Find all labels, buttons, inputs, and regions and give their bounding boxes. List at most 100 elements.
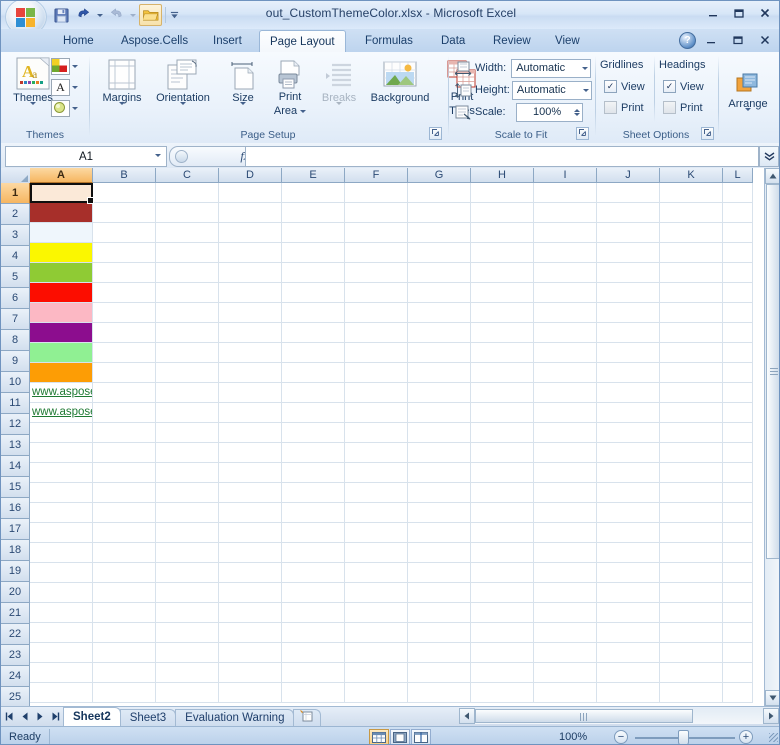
cell-G5[interactable] [408,263,471,283]
cell-C7[interactable] [156,303,219,323]
help-icon[interactable]: ? [679,32,696,49]
scroll-left-button[interactable] [459,708,475,724]
cell-B26[interactable] [93,683,156,703]
cell-L9[interactable] [723,343,753,363]
cell-K2[interactable] [660,203,723,223]
cell-D3[interactable] [219,223,282,243]
cell-J6[interactable] [597,283,660,303]
cell-E21[interactable] [282,583,345,603]
cell-K16[interactable] [660,483,723,503]
cell-B23[interactable] [93,623,156,643]
cell-G22[interactable] [408,603,471,623]
cell-K22[interactable] [660,603,723,623]
cell-C19[interactable] [156,543,219,563]
cell-E9[interactable] [282,343,345,363]
cell-D5[interactable] [219,263,282,283]
previous-sheet-button[interactable] [19,710,30,723]
cell-E22[interactable] [282,603,345,623]
cell-I6[interactable] [534,283,597,303]
cell-J23[interactable] [597,623,660,643]
ribbon-right-controls[interactable]: ? [679,31,777,49]
hyperlink[interactable]: www.aspose.com [32,406,93,418]
cell-H19[interactable] [471,543,534,563]
horizontal-scroll-thumb[interactable] [475,709,693,723]
tab-view[interactable]: View [545,31,590,52]
cell-H16[interactable] [471,483,534,503]
row-header-4[interactable]: 4 [1,246,30,267]
cell-C17[interactable] [156,503,219,523]
minimize-window-button[interactable] [701,4,725,22]
cell-D26[interactable] [219,683,282,703]
cell-K15[interactable] [660,463,723,483]
cell-H5[interactable] [471,263,534,283]
cell-I5[interactable] [534,263,597,283]
cell-G25[interactable] [408,663,471,683]
spreadsheet-grid[interactable]: ABCDEFGHIJKL 123456789101112131415161718… [1,168,780,706]
scroll-down-button[interactable] [765,690,780,706]
cell-B7[interactable] [93,303,156,323]
cell-E25[interactable] [282,663,345,683]
row-header-10[interactable]: 10 [1,372,30,393]
cell-G6[interactable] [408,283,471,303]
cell-F22[interactable] [345,603,408,623]
scroll-up-button[interactable] [765,168,780,184]
cell-I15[interactable] [534,463,597,483]
cell-L25[interactable] [723,663,753,683]
cell-A17[interactable] [30,503,93,523]
cell-L3[interactable] [723,223,753,243]
cell-E23[interactable] [282,623,345,643]
formula-input[interactable] [245,146,759,167]
cell-H23[interactable] [471,623,534,643]
cell-F26[interactable] [345,683,408,703]
cell-J9[interactable] [597,343,660,363]
cell-A9[interactable] [30,343,93,363]
expand-formula-bar-button[interactable] [759,146,779,167]
cell-H26[interactable] [471,683,534,703]
cell-L6[interactable] [723,283,753,303]
cell-L15[interactable] [723,463,753,483]
cell-A19[interactable] [30,543,93,563]
cell-J1[interactable] [597,183,660,203]
row-header-20[interactable]: 20 [1,582,30,603]
cell-E20[interactable] [282,563,345,583]
cell-K20[interactable] [660,563,723,583]
cell-E13[interactable] [282,423,345,443]
cell-J24[interactable] [597,643,660,663]
cell-H21[interactable] [471,583,534,603]
cell-B16[interactable] [93,483,156,503]
cell-D2[interactable] [219,203,282,223]
cell-K10[interactable] [660,363,723,383]
row-header-18[interactable]: 18 [1,540,30,561]
row-header-6[interactable]: 6 [1,288,30,309]
cell-I12[interactable] [534,403,597,423]
cell-E6[interactable] [282,283,345,303]
next-sheet-button[interactable] [34,710,45,723]
cell-A18[interactable] [30,523,93,543]
cell-L20[interactable] [723,563,753,583]
cell-F1[interactable] [345,183,408,203]
cell-E16[interactable] [282,483,345,503]
cell-H25[interactable] [471,663,534,683]
cell-A22[interactable] [30,603,93,623]
cell-J15[interactable] [597,463,660,483]
print-area-dropdown-arrow[interactable] [300,110,306,113]
cell-F2[interactable] [345,203,408,223]
cell-B8[interactable] [93,323,156,343]
cell-C10[interactable] [156,363,219,383]
column-header-f[interactable]: F [345,168,408,183]
cell-F19[interactable] [345,543,408,563]
cell-B13[interactable] [93,423,156,443]
cell-H11[interactable] [471,383,534,403]
cell-B20[interactable] [93,563,156,583]
vertical-scroll-thumb[interactable] [766,184,780,559]
cell-I2[interactable] [534,203,597,223]
breaks-button[interactable]: Breaks [316,56,362,117]
cell-E15[interactable] [282,463,345,483]
margins-button[interactable]: Margins [94,56,150,117]
cell-H13[interactable] [471,423,534,443]
chevron-down-icon[interactable] [155,154,161,157]
cell-F8[interactable] [345,323,408,343]
cell-D22[interactable] [219,603,282,623]
cell-J17[interactable] [597,503,660,523]
cell-C4[interactable] [156,243,219,263]
